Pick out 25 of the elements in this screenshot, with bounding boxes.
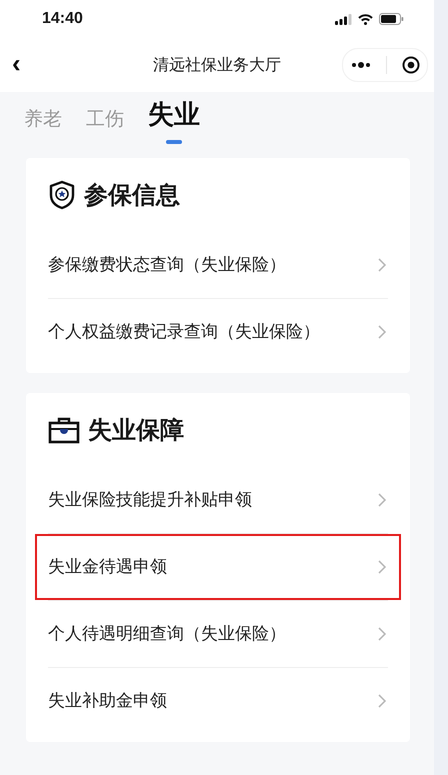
section-title: 参保信息 [84, 180, 180, 211]
chevron-right-icon [378, 627, 386, 641]
page-title: 清远社保业务大厅 [153, 54, 281, 76]
back-button[interactable]: ‹ [8, 50, 25, 76]
chevron-right-icon [378, 694, 386, 708]
menu-item[interactable]: 失业金待遇申领 [35, 534, 401, 600]
chevron-right-icon [378, 560, 386, 574]
status-time: 14:40 [42, 10, 83, 28]
battery-icon [379, 13, 404, 25]
tab[interactable]: 失业 [148, 97, 200, 146]
menu-item[interactable]: 参保缴费状态查询（失业保险） [35, 232, 401, 298]
signal-icon [335, 14, 352, 24]
menu-item[interactable]: 个人权益缴费记录查询（失业保险） [35, 299, 401, 365]
close-icon[interactable] [402, 56, 420, 74]
shield-star-icon [48, 180, 76, 210]
menu-item[interactable]: 个人待遇明细查询（失业保险） [35, 601, 401, 667]
chevron-right-icon [378, 258, 386, 272]
menu-item[interactable]: 失业补助金申领 [35, 668, 401, 734]
chevron-right-icon [378, 493, 386, 507]
chevron-right-icon [378, 325, 386, 339]
briefcase-icon [48, 416, 80, 444]
menu-item[interactable]: 失业保险技能提升补贴申领 [35, 467, 401, 533]
more-icon[interactable] [350, 62, 370, 68]
section-title: 失业保障 [88, 415, 184, 446]
wifi-icon [358, 14, 373, 24]
